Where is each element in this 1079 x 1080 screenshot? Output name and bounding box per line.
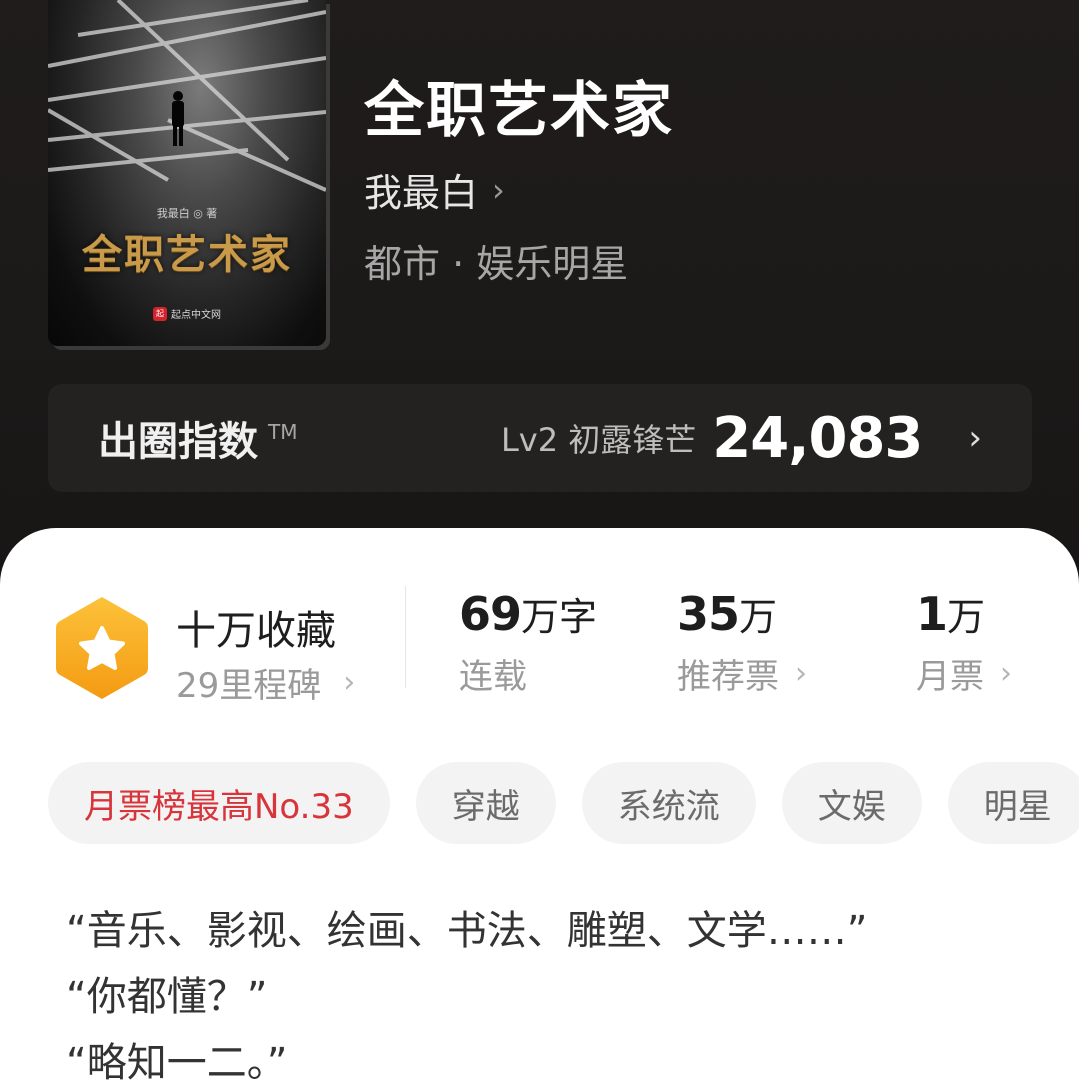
word-count-stat: 69万字 连载	[459, 586, 597, 698]
author-name: 我最白	[364, 171, 479, 215]
tag-item[interactable]: 系统流	[581, 762, 756, 844]
tag-list: 月票榜最高No.33 穿越 系统流 文娱 明星	[48, 762, 1079, 844]
book-title: 全职艺术家	[364, 76, 674, 146]
book-cover[interactable]: 我最白 ◎ 著 全职艺术家 起 起点中文网	[48, 0, 326, 346]
recommend-value: 35	[677, 587, 740, 641]
book-genre: 都市 · 娱乐明星	[364, 242, 629, 286]
collection-milestone-title: 十万收藏	[176, 608, 336, 654]
trademark-mark: TM	[268, 420, 298, 444]
tag-item[interactable]: 明星	[947, 762, 1079, 844]
monthly-ticket-stat[interactable]: 1万 月票 ›	[916, 586, 1012, 698]
tag-monthly-rank[interactable]: 月票榜最高No.33	[48, 762, 390, 844]
monthly-label: 月票	[916, 657, 984, 697]
chevron-right-icon: ›	[795, 656, 807, 691]
star-badge-icon	[56, 597, 148, 699]
index-label: 出圈指数	[98, 419, 258, 465]
cover-title: 全职艺术家	[82, 231, 292, 278]
cover-publisher: 起 起点中文网	[48, 306, 326, 321]
intro-line: “略知一二。”	[66, 1040, 288, 1080]
book-info-panel: 十万收藏 29里程碑 › 69万字 连载 35万 推荐票 › 1万 月票 › 月…	[0, 528, 1079, 1080]
publisher-logo-icon: 起	[153, 306, 167, 321]
intro-line: “你都懂？”	[66, 974, 268, 1020]
author-link[interactable]: 我最白 ›	[364, 162, 505, 217]
cover-artwork	[48, 0, 326, 192]
monthly-value: 1	[916, 587, 948, 641]
word-count-value: 69	[459, 587, 522, 641]
recommend-ticket-stat[interactable]: 35万 推荐票 ›	[677, 586, 807, 698]
index-level: Lv2 初露锋芒	[500, 421, 697, 459]
chevron-right-icon: ›	[492, 170, 505, 209]
cover-author: 我最白 ◎ 著	[156, 207, 218, 220]
recommend-unit: 万	[739, 595, 778, 639]
intro-line: “音乐、影视、绘画、书法、雕塑、文学……”	[66, 908, 868, 954]
index-summary: Lv2 初露锋芒 24,083 ›	[501, 406, 982, 471]
tag-item[interactable]: 文娱	[781, 762, 922, 844]
chevron-right-icon: ›	[968, 418, 982, 458]
stats-divider	[405, 586, 406, 688]
monthly-unit: 万	[947, 595, 986, 639]
index-value: 24,083	[712, 405, 923, 471]
milestone-count: 29里程碑	[176, 666, 322, 706]
word-count-unit: 万字	[521, 595, 598, 639]
chevron-right-icon: ›	[343, 665, 356, 700]
popularity-index-bar[interactable]: 出圈指数 TM Lv2 初露锋芒 24,083 ›	[48, 384, 1032, 492]
book-intro[interactable]: “音乐、影视、绘画、书法、雕塑、文学……” “你都懂？” “略知一二。”	[66, 898, 867, 1080]
chevron-right-icon: ›	[1000, 656, 1012, 691]
milestone-link[interactable]: 29里程碑 ›	[176, 658, 355, 707]
publisher-name: 起点中文网	[171, 310, 221, 321]
serial-status: 连载	[459, 657, 527, 697]
tag-item[interactable]: 穿越	[415, 762, 556, 844]
recommend-label: 推荐票	[677, 657, 779, 697]
